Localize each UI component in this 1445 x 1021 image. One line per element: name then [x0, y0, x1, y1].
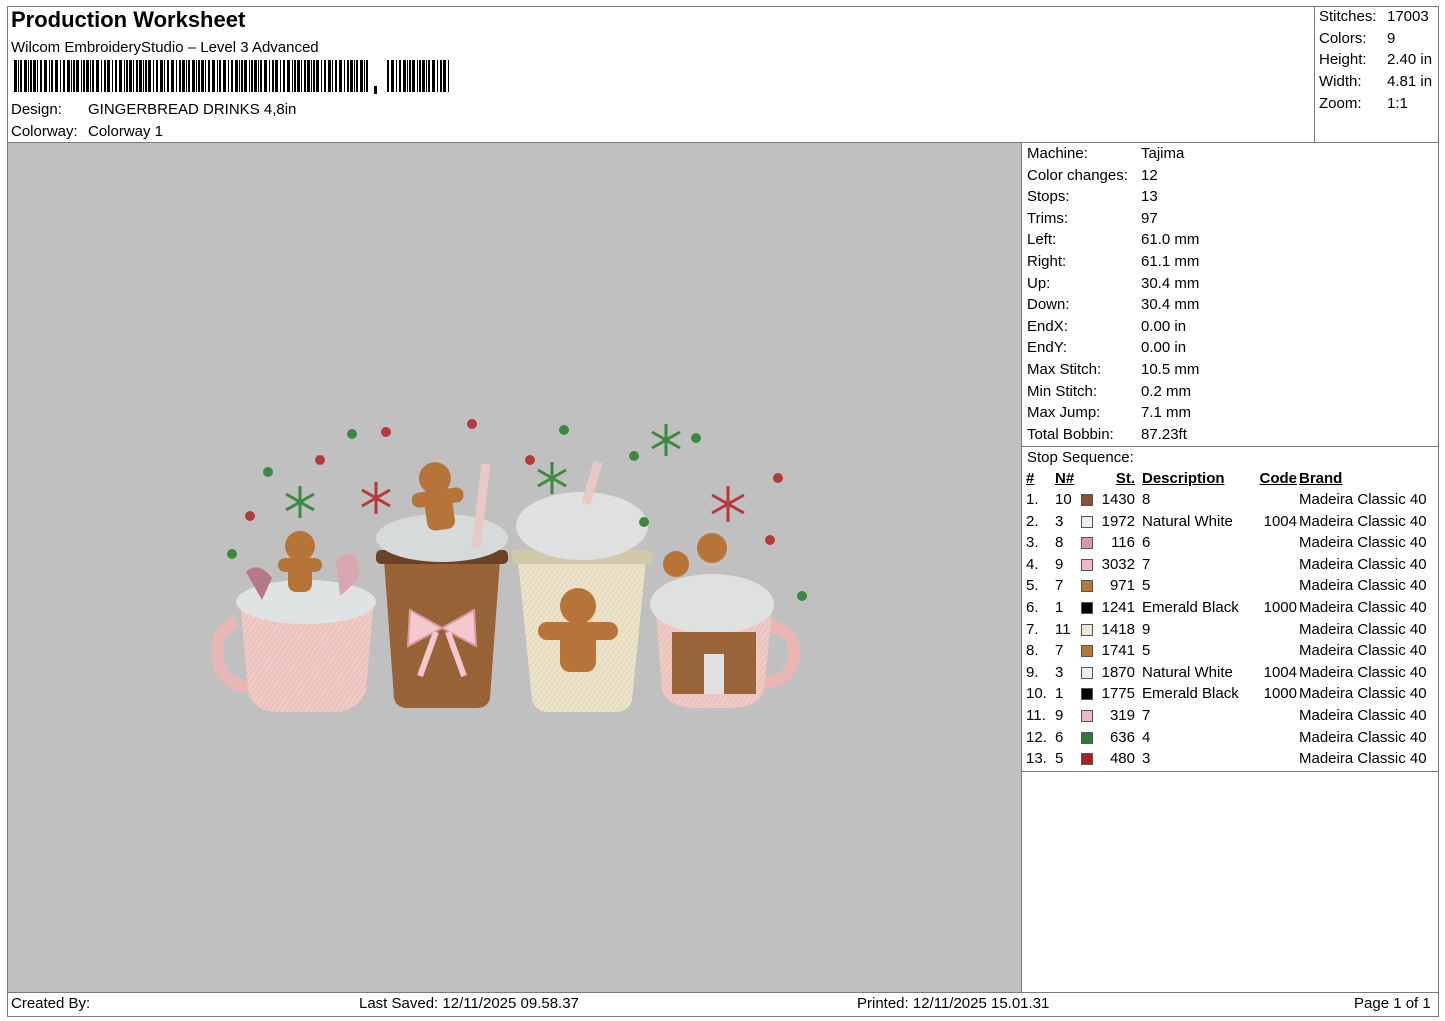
page-number: Page 1 of 1 [1354, 995, 1431, 1012]
embroidery-design-image [211, 419, 807, 712]
house-mug-graphic [650, 533, 801, 708]
cream-cup-graphic [512, 460, 652, 712]
printed-date: Printed: 12/11/2025 15.01.31 [857, 995, 1050, 1012]
pink-mug-graphic [211, 531, 376, 712]
last-saved: Last Saved: 12/11/2025 09.58.37 [359, 995, 579, 1012]
created-by: Created By: [11, 995, 91, 1012]
snowflake-decorations [285, 424, 745, 522]
brown-cup-graphic [376, 462, 508, 708]
